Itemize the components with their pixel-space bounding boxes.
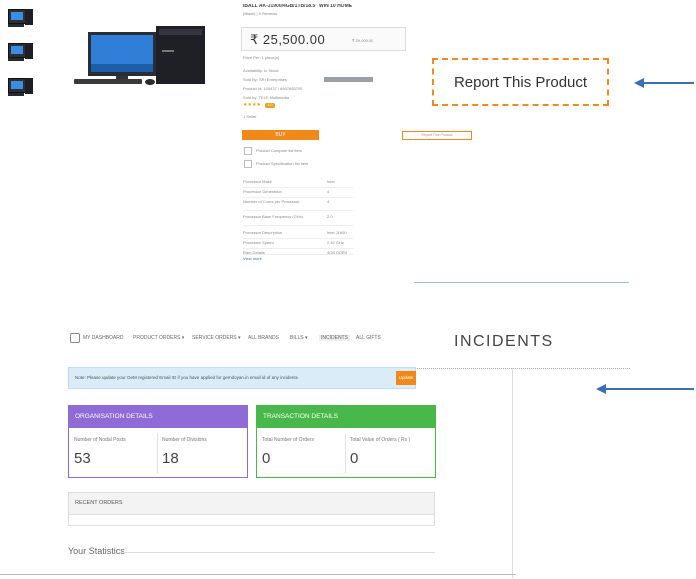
spec-table-row: Ram Details 4GB DDR3 (243, 249, 353, 255)
stat-label: Total Value of Orders ( Rs ) (350, 437, 411, 443)
product-thumbnail-2[interactable] (8, 43, 34, 63)
product-price: ₹ 25,500.00 (250, 32, 326, 47)
section-divider (414, 282, 629, 283)
stat-value: 0 (350, 450, 359, 467)
product-title: IBALL AK-J1900/4GB/1TB/18.5" WIN 10 HOME (243, 4, 353, 9)
statistics-rule (120, 552, 435, 553)
spec-availability: Availability: In Stock (243, 68, 279, 73)
product-subtitle: (Black) | 0 Reviews (243, 11, 278, 16)
stat-value: 18 (162, 450, 179, 467)
stat-value: 53 (74, 450, 91, 467)
dotted-divider (414, 368, 630, 369)
spec-table-row: Processor Generation 4 (243, 188, 353, 198)
report-product-button[interactable]: Report This Product (402, 131, 472, 140)
product-thumbnail-3[interactable] (8, 78, 34, 98)
rating-badge: 4.0 (265, 103, 275, 108)
spec-checkbox[interactable] (244, 160, 252, 168)
incidents-callout: INCIDENTS (454, 333, 554, 350)
nav-all-gifts[interactable]: ALL GIFTS (356, 335, 381, 341)
arrow-line (644, 82, 694, 84)
monitor-icon (8, 43, 26, 58)
spec-badge (324, 77, 373, 82)
arrow-line (606, 388, 694, 390)
stat-label: Total Number of Orders (262, 437, 314, 443)
product-main-image[interactable] (66, 20, 216, 86)
report-product-callout: Report This Product (432, 58, 609, 106)
spec-table-row: Number of Cores per Processor 4 (243, 198, 353, 211)
spec-seller: Sold by: TELE Multimedia (243, 95, 289, 100)
compare-checkbox-label: Product Compare list item (256, 148, 303, 153)
arrow-left-icon (634, 78, 644, 88)
spec-checkbox-label: Product Specification list item (256, 161, 309, 166)
spec-table-row: Processor Base Frequency (GHz) 2.0 (243, 213, 353, 226)
rating-stars: ★★★★ (243, 102, 261, 108)
compare-checkbox[interactable] (244, 147, 252, 155)
arrow-left-icon (596, 384, 606, 394)
card-title: TRANSACTION DETAILS (257, 406, 435, 428)
view-more-link[interactable]: View more (243, 256, 262, 261)
recent-orders-title: RECENT ORDERS (69, 493, 434, 515)
update-button[interactable]: Update (396, 371, 416, 385)
seller-count-link[interactable]: 1 Seller (243, 114, 257, 119)
card-title: ORGANISATION DETAILS (69, 406, 247, 428)
transaction-details-card: TRANSACTION DETAILS Total Number of Orde… (256, 405, 436, 478)
product-thumbnail-1[interactable] (8, 9, 34, 29)
nav-service-orders[interactable]: SERVICE ORDERS ▾ (192, 335, 241, 341)
notice-text: Note: Please update your GeM registered … (75, 375, 298, 380)
home-icon[interactable] (70, 333, 80, 343)
price-caption: Price Per: 1 piece(s) (243, 55, 280, 60)
nav-product-orders[interactable]: PRODUCT ORDERS ▾ (133, 335, 184, 341)
buy-button[interactable]: BUY (242, 130, 319, 140)
bottom-border (0, 574, 516, 575)
spec-table-row: Processor Speed 2.42 GHz (243, 239, 353, 249)
nav-bills[interactable]: BILLS ▾ (290, 335, 308, 341)
nav-all-brands[interactable]: ALL BRANDS (248, 335, 279, 341)
nav-incidents[interactable]: INCIDENTS (319, 335, 350, 341)
dashboard-nav: MY DASHBOARD PRODUCT ORDERS ▾ SERVICE OR… (70, 333, 414, 345)
spec-table-row: Processor Make Intel (243, 178, 353, 188)
notice-bar: Note: Please update your GeM registered … (68, 367, 416, 389)
price-note: ₹ 29,000.00 (352, 38, 374, 43)
organisation-details-card: ORGANISATION DETAILS Number of Nodal Pos… (68, 405, 248, 478)
stat-value: 0 (262, 450, 271, 467)
stat-label: Number of Nodal Posts (74, 437, 126, 443)
monitor-icon (8, 9, 26, 24)
stat-label: Number of Divisions (162, 437, 207, 443)
price-box: ₹ 25,500.00 ₹ 29,000.00 (241, 27, 406, 51)
nav-my-dashboard[interactable]: MY DASHBOARD (83, 335, 123, 341)
panel-border (512, 368, 513, 578)
recent-orders-panel: RECENT ORDERS (68, 492, 435, 526)
spec-product-id: Product Id: 100437 / 8907685700 (243, 86, 303, 91)
spec-table-row: Processor Description Intel J1900 (243, 229, 353, 239)
monitor-icon (8, 78, 26, 93)
your-statistics-heading: Your Statistics (68, 546, 125, 556)
